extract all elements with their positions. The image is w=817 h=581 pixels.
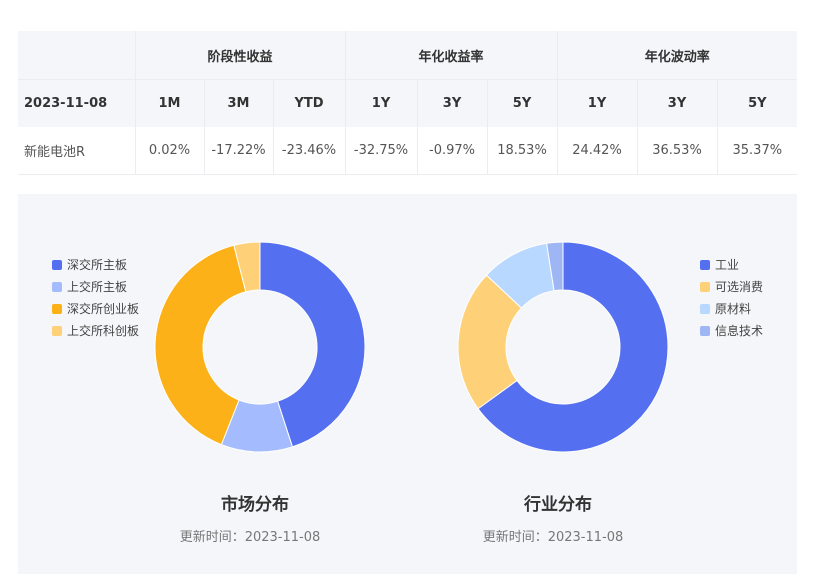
legend-label: 深交所创业板 — [67, 302, 140, 316]
table-cell: 35.37% — [717, 127, 798, 175]
period-header: 1Y — [345, 79, 418, 127]
table-cell: -23.46% — [273, 127, 346, 175]
market-update-time: 更新时间：2023-11-08 — [179, 530, 321, 545]
industry-donut-chart — [457, 241, 669, 453]
period-header: 1Y — [557, 79, 638, 127]
legend-item[interactable]: 原材料 — [700, 298, 763, 320]
legend-item[interactable]: 深交所创业板 — [52, 298, 139, 320]
table-cell: -32.75% — [345, 127, 418, 175]
legend-label: 工业 — [715, 258, 740, 272]
legend-label: 上交所主板 — [67, 280, 128, 294]
period-header: 3M — [204, 79, 274, 127]
legend-label: 深交所主板 — [67, 258, 128, 272]
legend-item[interactable]: 深交所主板 — [52, 254, 139, 276]
legend-label: 原材料 — [715, 302, 752, 316]
market-legend: 深交所主板 上交所主板 深交所创业板 上交所科创板 — [52, 254, 139, 342]
period-header: 3Y — [417, 79, 488, 127]
corner-cell — [18, 31, 136, 80]
legend-swatch — [700, 304, 710, 314]
performance-table: 阶段性收益 年化收益率 年化波动率 2023-11-08 1M 3M YTD 1… — [18, 31, 798, 175]
distribution-panel — [18, 194, 797, 574]
table-cell: 0.02% — [135, 127, 205, 175]
legend-label: 上交所科创板 — [67, 324, 140, 338]
period-header: 3Y — [637, 79, 718, 127]
industry-legend: 工业 可选消费 原材料 信息技术 — [700, 254, 763, 342]
legend-label: 信息技术 — [715, 324, 764, 338]
table-cell: -17.22% — [204, 127, 274, 175]
legend-label: 可选消费 — [715, 280, 764, 294]
donut-hole — [203, 290, 317, 404]
legend-item[interactable]: 信息技术 — [700, 320, 763, 342]
period-header: 1M — [135, 79, 205, 127]
industry-chart-title: 行业分布 — [524, 495, 592, 515]
legend-swatch — [700, 282, 710, 292]
table-cell: 36.53% — [637, 127, 718, 175]
date-header: 2023-11-08 — [18, 79, 136, 127]
fund-name: 新能电池R — [18, 127, 136, 175]
legend-swatch — [52, 282, 62, 292]
table-cell: 18.53% — [487, 127, 558, 175]
industry-update-time: 更新时间：2023-11-08 — [482, 530, 624, 545]
legend-item[interactable]: 工业 — [700, 254, 763, 276]
group-header: 年化波动率 — [557, 31, 798, 80]
legend-item[interactable]: 可选消费 — [700, 276, 763, 298]
legend-swatch — [52, 326, 62, 336]
legend-swatch — [52, 304, 62, 314]
period-header: YTD — [273, 79, 346, 127]
legend-item[interactable]: 上交所主板 — [52, 276, 139, 298]
donut-hole — [506, 290, 620, 404]
table-cell: 24.42% — [557, 127, 638, 175]
table-row: 新能电池R 0.02% -17.22% -23.46% -32.75% -0.9… — [18, 127, 798, 175]
market-chart-title: 市场分布 — [221, 495, 289, 515]
market-donut-chart — [154, 241, 366, 453]
legend-item[interactable]: 上交所科创板 — [52, 320, 139, 342]
period-header: 5Y — [717, 79, 798, 127]
period-header: 5Y — [487, 79, 558, 127]
group-header: 阶段性收益 — [135, 31, 346, 80]
group-header: 年化收益率 — [345, 31, 558, 80]
legend-swatch — [700, 260, 710, 270]
legend-swatch — [52, 260, 62, 270]
legend-swatch — [700, 326, 710, 336]
table-cell: -0.97% — [417, 127, 488, 175]
